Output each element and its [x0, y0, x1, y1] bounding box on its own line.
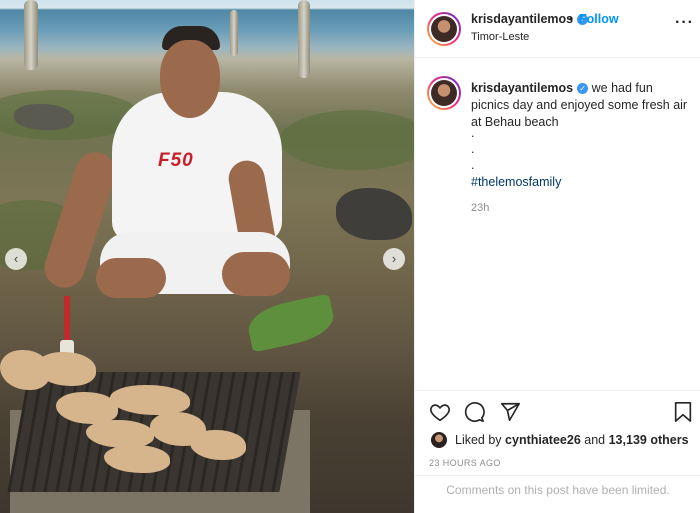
follow-button[interactable]: Follow	[579, 12, 619, 26]
caption-dot: .	[471, 126, 475, 140]
caption-time: 23h	[471, 202, 490, 214]
comments-limited-notice: Comments on this post have been limited.	[415, 475, 700, 513]
post-timestamp: 23 HOURS AGO	[429, 458, 501, 468]
likes-count[interactable]: 13,139 others	[609, 433, 689, 447]
caption-dot: .	[471, 158, 475, 172]
post-details-panel: krisdayantilemos ✓ • Follow Timor-Leste ·…	[414, 0, 700, 513]
hashtag-link[interactable]: #thelemosfamily	[471, 175, 561, 189]
caption-avatar[interactable]	[427, 76, 461, 110]
location-link[interactable]: Timor-Leste	[471, 31, 529, 43]
basting-brush	[64, 296, 70, 344]
likes-summary[interactable]: Liked by cynthiatee26 and 13,139 others	[455, 433, 689, 447]
post-header: krisdayantilemos ✓ • Follow Timor-Leste ·…	[415, 0, 700, 58]
verified-badge-icon: ✓	[577, 83, 589, 94]
comment-icon[interactable]	[463, 401, 485, 423]
more-options-icon[interactable]: ···	[675, 14, 694, 32]
man-leg	[96, 258, 166, 298]
post-photo[interactable]: F50 ‹ ›	[0, 0, 414, 513]
rock	[14, 104, 74, 130]
caption-dot: .	[471, 142, 475, 156]
tree-trunk	[298, 0, 310, 78]
separator: •	[569, 12, 574, 26]
caption-username[interactable]: krisdayantilemos	[471, 81, 573, 95]
tree-trunk	[230, 10, 238, 56]
bookmark-icon[interactable]	[673, 401, 693, 423]
avatar[interactable]	[427, 12, 461, 46]
action-bar: Liked by cynthiatee26 and 13,139 others …	[415, 390, 700, 513]
liker-avatar[interactable]	[431, 432, 447, 448]
heart-icon[interactable]	[429, 401, 451, 423]
caption: krisdayantilemos ✓ we had fun picnics day…	[471, 80, 691, 131]
tree-trunk	[24, 0, 38, 70]
banana-leaf	[244, 293, 338, 353]
grass-patch	[280, 110, 414, 170]
chevron-left-icon[interactable]: ‹	[5, 248, 27, 270]
share-icon[interactable]	[499, 401, 521, 423]
man-head	[160, 40, 220, 118]
rock	[336, 188, 412, 240]
liker-username[interactable]: cynthiatee26	[505, 433, 581, 447]
man-leg	[222, 252, 290, 296]
shirt-logo: F50	[158, 150, 194, 171]
chevron-right-icon[interactable]: ›	[383, 248, 405, 270]
